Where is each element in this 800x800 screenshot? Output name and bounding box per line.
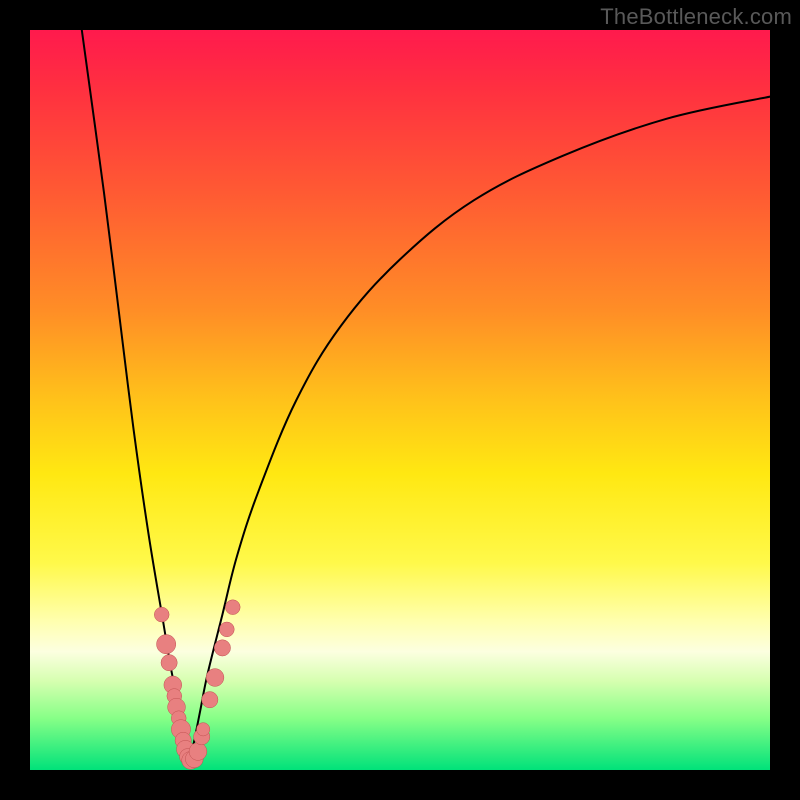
chart-plot-area	[30, 30, 770, 770]
chart-frame: TheBottleneck.com	[0, 0, 800, 800]
bead-point	[189, 743, 207, 761]
bead-point	[225, 600, 240, 615]
bead-point	[197, 723, 210, 736]
bead-cluster	[154, 600, 240, 769]
chart-svg	[30, 30, 770, 770]
bead-point	[202, 692, 218, 708]
watermark-text: TheBottleneck.com	[600, 4, 792, 30]
bead-point	[157, 635, 176, 654]
bead-point	[154, 607, 169, 622]
bead-point	[219, 622, 234, 637]
curve-left-branch	[82, 30, 189, 763]
bead-point	[206, 669, 224, 687]
bead-point	[214, 640, 230, 656]
curve-right-branch	[189, 97, 770, 763]
bead-point	[161, 655, 177, 671]
